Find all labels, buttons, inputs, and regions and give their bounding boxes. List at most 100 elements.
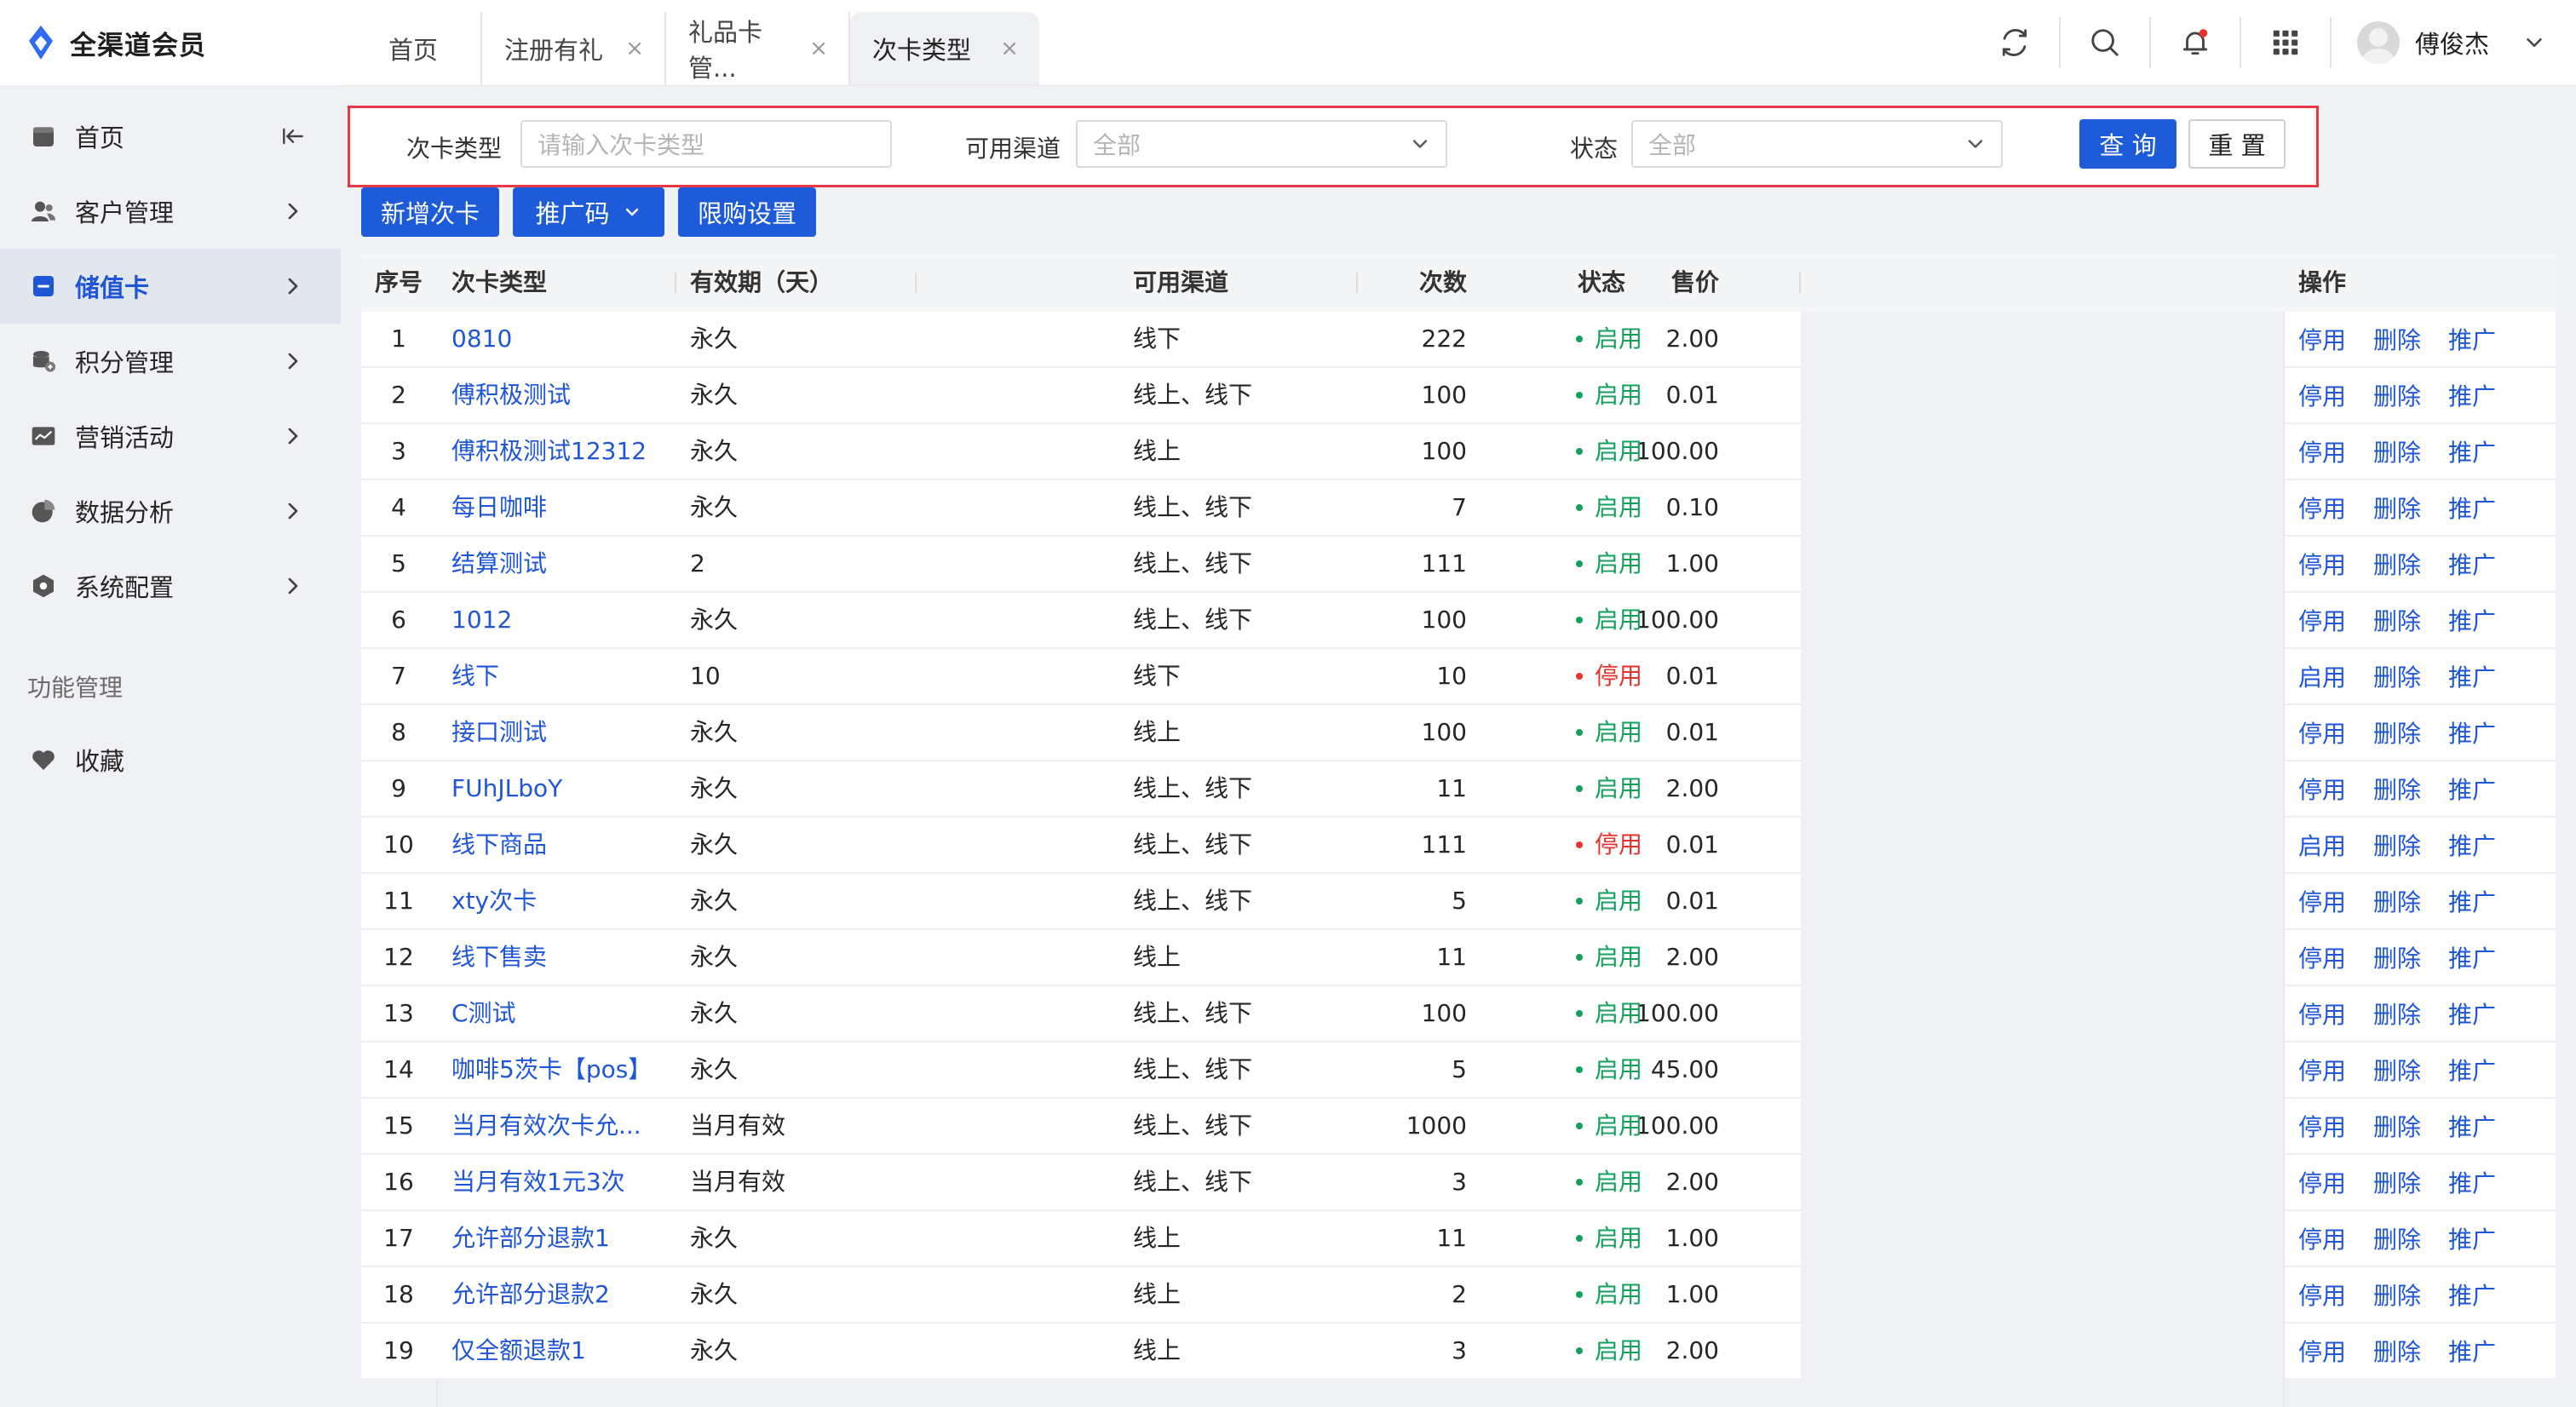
promote-link[interactable]: 推广: [2448, 322, 2496, 356]
delete-link[interactable]: 删除: [2373, 434, 2421, 468]
promote-link[interactable]: 推广: [2448, 547, 2496, 581]
add-card-button[interactable]: 新增次卡: [361, 187, 499, 237]
search-button[interactable]: [2061, 17, 2151, 68]
status-select[interactable]: 全部: [1631, 120, 2003, 168]
close-icon[interactable]: ×: [1000, 36, 1019, 61]
delete-link[interactable]: 删除: [2373, 1221, 2421, 1255]
cell-type-link[interactable]: 线下: [451, 649, 499, 704]
sidebar-item-analytics[interactable]: 数据分析: [0, 474, 341, 548]
promote-link[interactable]: 推广: [2448, 828, 2496, 862]
cell-type-link[interactable]: 当月有效1元3次: [451, 1155, 625, 1209]
sidebar-item-marketing[interactable]: 营销活动: [0, 399, 341, 474]
promote-link[interactable]: 推广: [2448, 491, 2496, 525]
collapse-sidebar-icon[interactable]: [279, 123, 307, 150]
sidebar-item-customers[interactable]: 客户管理: [0, 174, 341, 249]
close-icon[interactable]: ×: [809, 36, 828, 61]
toggle-status-link[interactable]: 停用: [2298, 996, 2346, 1031]
purchase-limit-button[interactable]: 限购设置: [678, 187, 816, 237]
promote-link[interactable]: 推广: [2448, 659, 2496, 693]
refresh-button[interactable]: [1970, 17, 2061, 68]
notification-button[interactable]: [2151, 17, 2241, 68]
toggle-status-link[interactable]: 启用: [2298, 828, 2346, 862]
toggle-status-link[interactable]: 停用: [2298, 603, 2346, 637]
toggle-status-link[interactable]: 停用: [2298, 1165, 2346, 1199]
toggle-status-link[interactable]: 停用: [2298, 1334, 2346, 1368]
reset-button[interactable]: 重 置: [2188, 119, 2286, 169]
user-menu[interactable]: 傅俊杰: [2332, 21, 2547, 64]
delete-link[interactable]: 删除: [2373, 1165, 2421, 1199]
delete-link[interactable]: 删除: [2373, 603, 2421, 637]
cell-type-link[interactable]: 结算测试: [451, 537, 547, 591]
cell-type-link[interactable]: 傅积极测试12312: [451, 424, 647, 479]
sidebar-item-stored-value-card[interactable]: 储值卡: [0, 249, 341, 324]
promote-link[interactable]: 推广: [2448, 715, 2496, 749]
toggle-status-link[interactable]: 停用: [2298, 940, 2346, 974]
cell-type-link[interactable]: 当月有效次卡允...: [451, 1099, 641, 1153]
cell-type-link[interactable]: 线下商品: [451, 818, 547, 872]
tab-gift-card[interactable]: 礼品卡管... ×: [666, 12, 850, 85]
tab-register-gift[interactable]: 注册有礼 ×: [482, 12, 666, 85]
cell-type-link[interactable]: 接口测试: [451, 705, 547, 760]
promote-link[interactable]: 推广: [2448, 996, 2496, 1031]
toggle-status-link[interactable]: 停用: [2298, 884, 2346, 918]
toggle-status-link[interactable]: 停用: [2298, 715, 2346, 749]
cell-type-link[interactable]: 仅全额退款1: [451, 1324, 586, 1378]
cell-type-link[interactable]: 咖啡5茨卡【pos】: [451, 1042, 652, 1097]
cell-type-link[interactable]: 允许部分退款2: [451, 1267, 610, 1322]
toggle-status-link[interactable]: 停用: [2298, 1221, 2346, 1255]
toggle-status-link[interactable]: 停用: [2298, 772, 2346, 806]
toggle-status-link[interactable]: 停用: [2298, 378, 2346, 412]
delete-link[interactable]: 删除: [2373, 659, 2421, 693]
promote-link[interactable]: 推广: [2448, 378, 2496, 412]
promote-link[interactable]: 推广: [2448, 1165, 2496, 1199]
promote-link[interactable]: 推广: [2448, 434, 2496, 468]
toggle-status-link[interactable]: 停用: [2298, 1109, 2346, 1143]
cell-type-link[interactable]: 1012: [451, 593, 512, 647]
apps-button[interactable]: [2241, 17, 2332, 68]
toggle-status-link[interactable]: 停用: [2298, 1053, 2346, 1087]
promote-link[interactable]: 推广: [2448, 1109, 2496, 1143]
promote-link[interactable]: 推广: [2448, 940, 2496, 974]
toggle-status-link[interactable]: 停用: [2298, 547, 2346, 581]
delete-link[interactable]: 删除: [2373, 884, 2421, 918]
toggle-status-link[interactable]: 停用: [2298, 491, 2346, 525]
delete-link[interactable]: 删除: [2373, 940, 2421, 974]
sidebar-item-system-config[interactable]: 系统配置: [0, 548, 341, 623]
tab-card-type[interactable]: 次卡类型 ×: [850, 12, 1039, 85]
delete-link[interactable]: 删除: [2373, 772, 2421, 806]
channel-select[interactable]: 全部: [1076, 120, 1447, 168]
cell-type-link[interactable]: 线下售卖: [451, 930, 547, 985]
cell-type-link[interactable]: 允许部分退款1: [451, 1211, 610, 1266]
promote-link[interactable]: 推广: [2448, 1334, 2496, 1368]
delete-link[interactable]: 删除: [2373, 996, 2421, 1031]
promote-link[interactable]: 推广: [2448, 603, 2496, 637]
toggle-status-link[interactable]: 停用: [2298, 434, 2346, 468]
card-type-input[interactable]: 请输入次卡类型: [520, 120, 892, 168]
sidebar-item-home[interactable]: 首页: [0, 99, 341, 174]
promote-link[interactable]: 推广: [2448, 1053, 2496, 1087]
delete-link[interactable]: 删除: [2373, 1334, 2421, 1368]
delete-link[interactable]: 删除: [2373, 1053, 2421, 1087]
cell-type-link[interactable]: FUhJLboY: [451, 761, 562, 816]
cell-type-link[interactable]: xty次卡: [451, 874, 537, 928]
cell-type-link[interactable]: C测试: [451, 986, 516, 1041]
close-icon[interactable]: ×: [625, 36, 644, 61]
promo-code-button[interactable]: 推广码: [513, 187, 664, 237]
promote-link[interactable]: 推广: [2448, 884, 2496, 918]
delete-link[interactable]: 删除: [2373, 491, 2421, 525]
delete-link[interactable]: 删除: [2373, 547, 2421, 581]
delete-link[interactable]: 删除: [2373, 715, 2421, 749]
cell-type-link[interactable]: 0810: [451, 312, 512, 366]
cell-type-link[interactable]: 傅积极测试: [451, 368, 571, 422]
delete-link[interactable]: 删除: [2373, 1278, 2421, 1312]
delete-link[interactable]: 删除: [2373, 828, 2421, 862]
toggle-status-link[interactable]: 停用: [2298, 1278, 2346, 1312]
sidebar-item-favorites[interactable]: 收藏: [0, 722, 341, 797]
toggle-status-link[interactable]: 启用: [2298, 659, 2346, 693]
query-button[interactable]: 查 询: [2079, 119, 2176, 169]
delete-link[interactable]: 删除: [2373, 322, 2421, 356]
cell-type-link[interactable]: 每日咖啡: [451, 480, 547, 535]
sidebar-item-points[interactable]: 积分管理: [0, 324, 341, 399]
delete-link[interactable]: 删除: [2373, 378, 2421, 412]
delete-link[interactable]: 删除: [2373, 1109, 2421, 1143]
